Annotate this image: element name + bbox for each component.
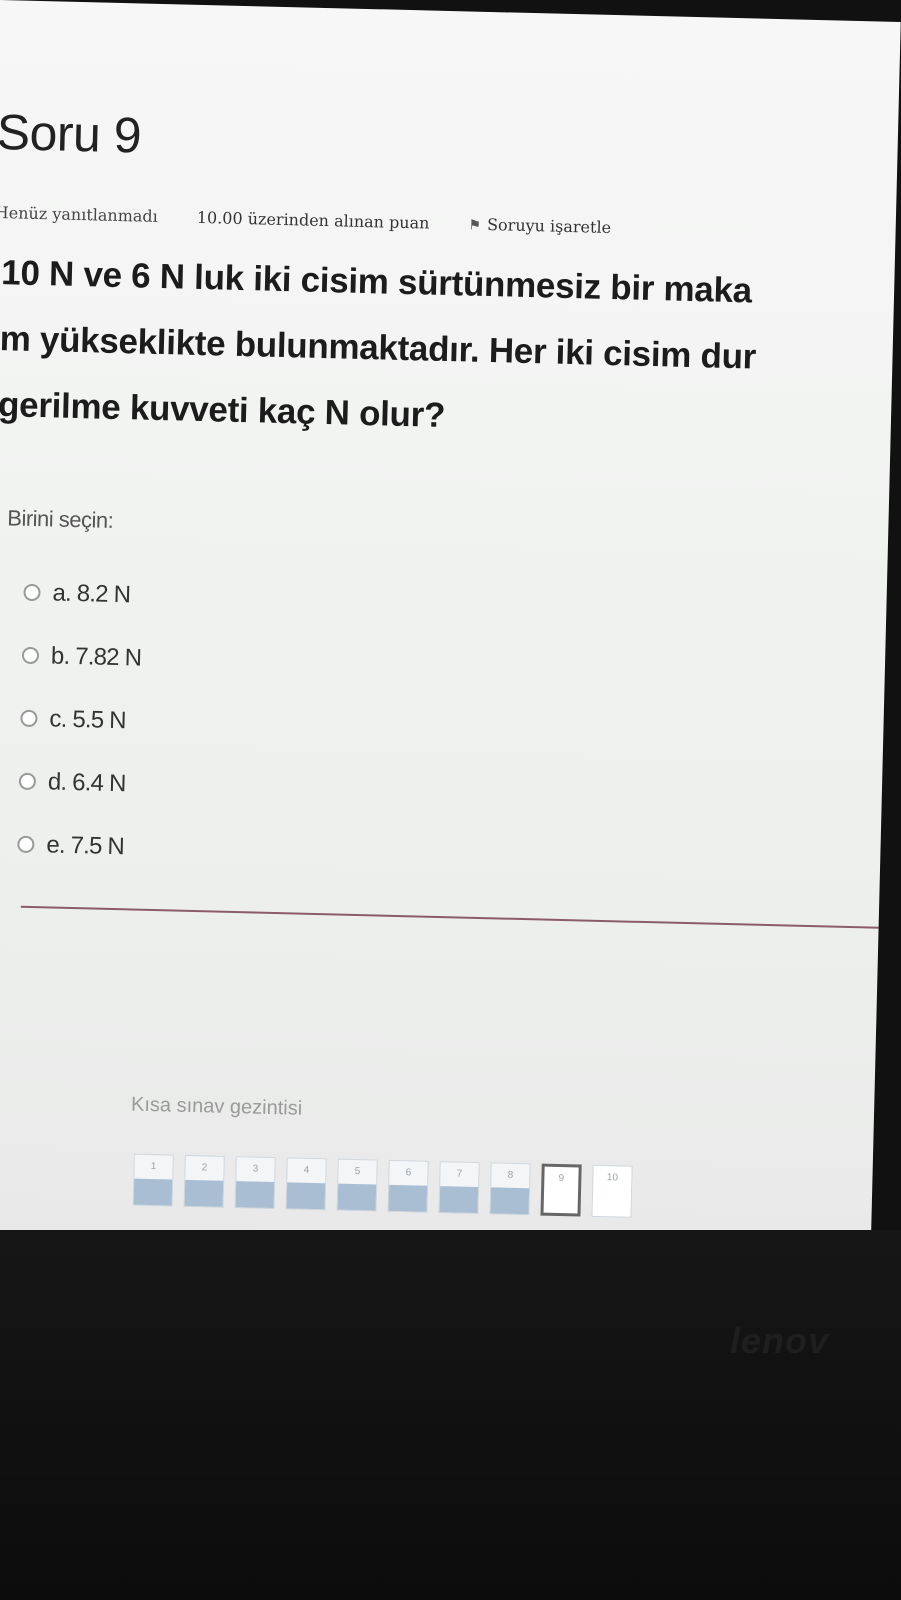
quiz-nav-number: 7	[456, 1168, 463, 1180]
section-divider	[20, 905, 901, 930]
quiz-nav-number: 10	[606, 1172, 619, 1184]
quiz-nav-button[interactable]: 8	[489, 1162, 531, 1216]
answer-option-d[interactable]: d. 6.4 N	[18, 750, 139, 816]
quiz-nav-number: 8	[507, 1169, 514, 1181]
quiz-nav-button[interactable]: 7	[438, 1161, 480, 1215]
screen: Soru 9 Henüz yanıtlanmadı 10.00 üzerinde…	[0, 0, 901, 1272]
answer-option-c[interactable]: c. 5.5 N	[20, 687, 141, 753]
quiz-nav-number: 5	[354, 1166, 361, 1178]
quiz-nav-number: 9	[558, 1173, 565, 1185]
quiz-nav-button[interactable]: 9	[540, 1163, 582, 1217]
answer-option-b[interactable]: b. 7.82 N	[21, 624, 142, 690]
quiz-navigation-title: Kısa sınav gezintisi	[130, 1093, 303, 1120]
answer-option-e[interactable]: e. 7.5 N	[17, 813, 138, 879]
monitor-brand-logo: lenov	[730, 1320, 830, 1361]
quiz-nav-button[interactable]: 5	[336, 1158, 378, 1212]
quiz-nav-number: 6	[405, 1167, 412, 1179]
radio-unchecked-icon[interactable]	[21, 646, 40, 665]
quiz-nav-button[interactable]: 3	[234, 1156, 276, 1210]
quiz-nav-button[interactable]: 2	[183, 1154, 225, 1208]
quiz-nav-button[interactable]: 1	[132, 1153, 174, 1207]
monitor-bezel	[0, 1230, 901, 1600]
answer-option-a[interactable]: a. 8.2 N	[23, 561, 144, 627]
answer-label: a. 8.2 N	[52, 578, 131, 608]
answer-label: d. 6.4 N	[47, 767, 126, 797]
radio-unchecked-icon[interactable]	[20, 709, 38, 728]
radio-unchecked-icon[interactable]	[17, 835, 35, 854]
answer-prompt: Birini seçin:	[7, 505, 114, 533]
question-state: Henüz yanıtlanmadı	[0, 202, 159, 226]
question-text: 10 N ve 6 N luk iki cisim sürtünmesiz bi…	[0, 240, 901, 465]
quiz-nav-button[interactable]: 6	[387, 1159, 429, 1213]
answer-label: b. 7.82 N	[50, 641, 142, 672]
question-info: Henüz yanıtlanmadı 10.00 üzerinden alına…	[0, 203, 611, 237]
quiz-nav-number: 4	[303, 1164, 310, 1176]
answer-list: a. 8.2 N b. 7.82 N c. 5.5 N d. 6.4 N e. …	[17, 561, 144, 879]
question-title: Soru 9	[0, 103, 142, 164]
flag-question-link[interactable]: ⚑ Soruyu işaretle	[468, 215, 611, 237]
quiz-nav-number: 2	[201, 1162, 208, 1174]
quiz-nav-number: 1	[150, 1161, 157, 1173]
answer-label: e. 7.5 N	[46, 830, 125, 860]
quiz-nav-button[interactable]: 4	[285, 1157, 327, 1211]
quiz-nav-button[interactable]: 10	[591, 1164, 633, 1218]
quiz-navigation: 1 2 3 4 5 6 7 8 9 10	[132, 1153, 644, 1218]
question-grade: 10.00 üzerinden alınan puan	[196, 207, 430, 233]
flag-icon: ⚑	[468, 217, 482, 234]
flag-question-label: Soruyu işaretle	[486, 214, 612, 237]
radio-unchecked-icon[interactable]	[18, 772, 37, 791]
quiz-nav-number: 3	[252, 1163, 259, 1175]
answer-label: c. 5.5 N	[49, 704, 127, 734]
radio-unchecked-icon[interactable]	[23, 583, 41, 602]
